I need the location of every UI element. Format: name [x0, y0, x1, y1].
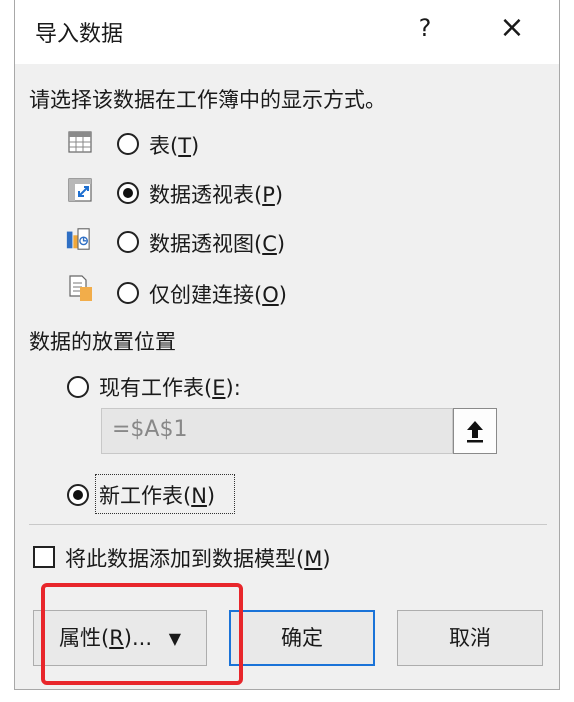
connection-only-icon: [69, 275, 92, 301]
help-button[interactable]: ?: [411, 14, 439, 42]
radio-existing-sheet[interactable]: [67, 376, 89, 398]
annotation-highlight-box: [41, 583, 243, 685]
cell-reference-input[interactable]: =$A$1: [101, 408, 453, 454]
option-label-pivot-chart: 数据透视图(C): [149, 232, 286, 256]
location-heading: 数据的放置位置: [29, 330, 176, 354]
radio-table[interactable]: [117, 133, 139, 155]
table-icon: [68, 131, 92, 153]
cancel-button[interactable]: 取消: [397, 610, 543, 666]
radio-connection-only[interactable]: [117, 282, 139, 304]
option-label-table: 表(T): [149, 134, 200, 158]
import-data-dialog: 导入数据 ? × 请选择该数据在工作簿中的显示方式。 表(T) 数据透视表(P)…: [14, 0, 560, 690]
ok-button[interactable]: 确定: [229, 610, 375, 666]
option-label-pivot-table: 数据透视表(P): [149, 183, 284, 207]
dialog-title: 导入数据: [35, 22, 124, 47]
option-label-connection-only: 仅创建连接(O): [149, 283, 287, 307]
collapse-dialog-button[interactable]: [453, 408, 497, 454]
radio-pivot-chart[interactable]: [117, 231, 139, 253]
pivot-table-icon: [68, 178, 92, 202]
radio-new-sheet[interactable]: [67, 484, 89, 506]
data-model-checkbox[interactable]: [33, 546, 55, 568]
existing-sheet-label: 现有工作表(E):: [99, 376, 241, 400]
close-button[interactable]: ×: [495, 12, 529, 44]
new-sheet-label: 新工作表(N): [99, 484, 216, 508]
title-bar: 导入数据 ? ×: [15, 0, 559, 64]
section-divider: [29, 524, 547, 525]
collapse-arrow-icon: [467, 421, 483, 443]
pivot-chart-icon: [66, 228, 90, 250]
view-prompt: 请选择该数据在工作簿中的显示方式。: [29, 88, 386, 112]
data-model-label: 将此数据添加到数据模型(M): [65, 547, 331, 571]
radio-pivot-table[interactable]: [117, 182, 139, 204]
